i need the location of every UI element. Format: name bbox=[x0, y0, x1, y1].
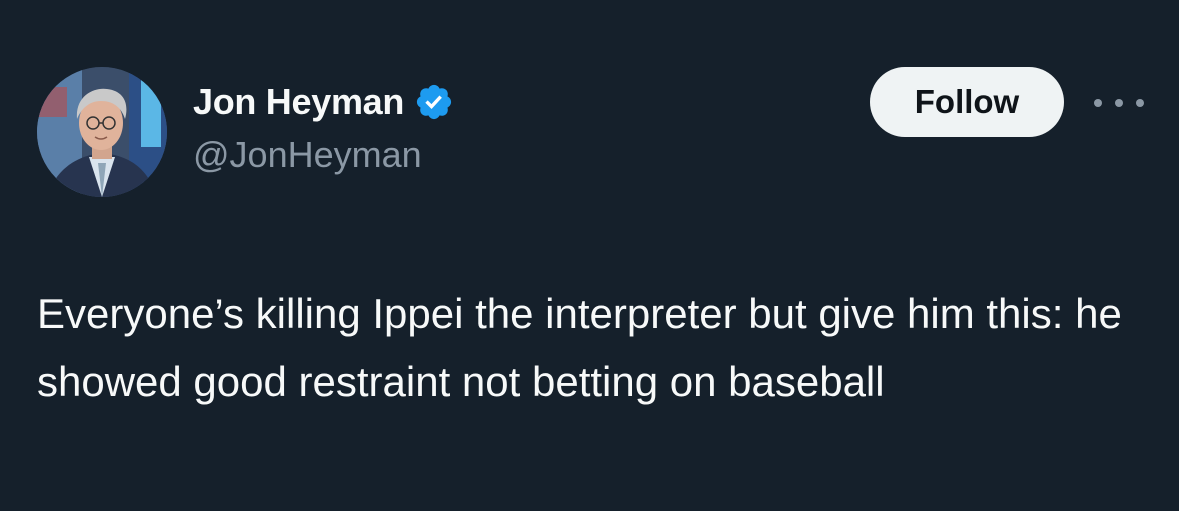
follow-button[interactable]: Follow bbox=[870, 67, 1064, 137]
author-names: Jon Heyman @JonHeyman bbox=[193, 78, 454, 176]
more-options-icon[interactable] bbox=[1094, 88, 1144, 118]
more-dot bbox=[1094, 99, 1102, 107]
tweet-card: Jon Heyman @JonHeyman Follow Everyone’s … bbox=[0, 0, 1179, 511]
author-display-name[interactable]: Jon Heyman bbox=[193, 81, 404, 123]
avatar-photo-icon bbox=[37, 67, 167, 197]
author-avatar[interactable] bbox=[37, 67, 167, 197]
more-dot bbox=[1136, 99, 1144, 107]
tweet-text: Everyone’s killing Ippei the interpreter… bbox=[37, 290, 1122, 405]
more-dot bbox=[1115, 99, 1123, 107]
display-name-row: Jon Heyman bbox=[193, 78, 454, 126]
author-handle[interactable]: @JonHeyman bbox=[193, 134, 454, 176]
verified-badge-icon[interactable] bbox=[414, 82, 454, 122]
